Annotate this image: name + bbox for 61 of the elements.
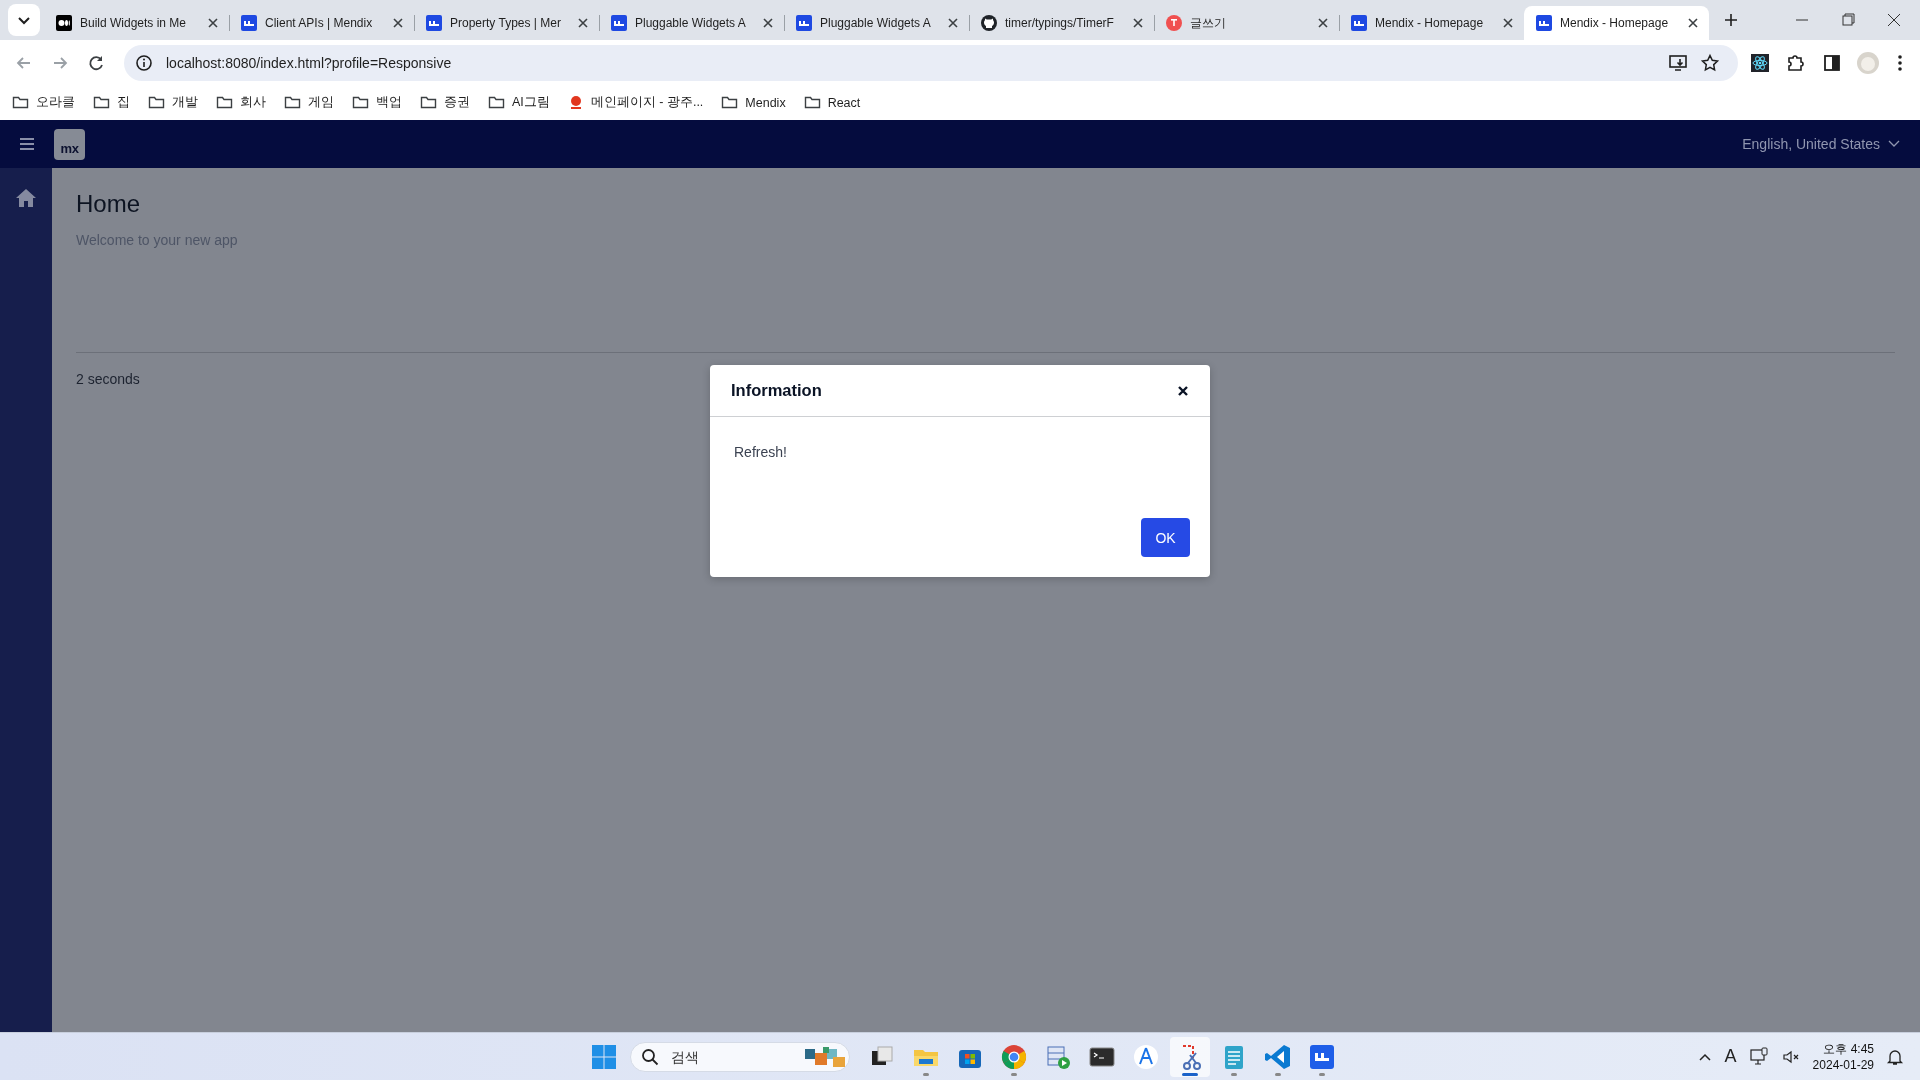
browser-tab[interactable]: Mendix - Homepage bbox=[1339, 6, 1524, 40]
ok-button[interactable]: OK bbox=[1141, 518, 1190, 557]
folder-icon bbox=[216, 94, 233, 111]
bookmark-link[interactable]: 메인페이지 - 광주... bbox=[567, 94, 704, 111]
home-icon[interactable] bbox=[15, 188, 37, 208]
app-icon bbox=[1166, 15, 1182, 31]
bookmark-folder[interactable]: 개발 bbox=[148, 94, 198, 111]
input-method-indicator[interactable]: A bbox=[1724, 1046, 1737, 1067]
folder-icon bbox=[721, 94, 739, 111]
tab-search-button[interactable] bbox=[8, 4, 40, 36]
app-icon bbox=[241, 15, 257, 31]
bookmark-folder[interactable]: 증권 bbox=[420, 94, 470, 111]
taskbar-search-box[interactable]: 검색 bbox=[630, 1041, 850, 1072]
browser-tab[interactable]: Pluggable Widgets A bbox=[784, 6, 969, 40]
install-icon[interactable] bbox=[1668, 52, 1688, 73]
browser-tab[interactable]: Mendix - Homepage bbox=[1524, 6, 1709, 40]
clock[interactable]: 오후 4:45 2024-01-29 bbox=[1812, 1040, 1874, 1073]
page-title: Home bbox=[76, 190, 142, 218]
bell-icon[interactable] bbox=[1886, 1047, 1904, 1066]
browser-tab[interactable]: Build Widgets in Me bbox=[44, 6, 229, 40]
folder-icon bbox=[352, 94, 369, 111]
folder-icon bbox=[420, 94, 437, 111]
chevron-down-icon bbox=[1888, 140, 1900, 148]
folder-icon bbox=[12, 94, 29, 111]
folder-icon bbox=[488, 94, 505, 111]
dialog-title: Information bbox=[731, 381, 822, 400]
timer-text: 2 seconds bbox=[76, 371, 141, 387]
bookmark-folder[interactable]: 게임 bbox=[284, 94, 334, 111]
folder-icon bbox=[284, 94, 301, 111]
browser-tab[interactable]: Client APIs | Mendix bbox=[229, 6, 414, 40]
bookmark-folder[interactable]: AI그림 bbox=[488, 94, 550, 111]
folder-icon bbox=[148, 94, 165, 111]
bookmark-folder[interactable]: 백업 bbox=[352, 94, 402, 111]
start-icon[interactable] bbox=[590, 1042, 618, 1071]
app-icon bbox=[1536, 15, 1552, 31]
browser-tab[interactable]: 글쓰기 bbox=[1154, 6, 1339, 40]
app-icon bbox=[426, 15, 442, 31]
bookmark-folder[interactable]: 오라클 bbox=[12, 94, 75, 111]
app-icon bbox=[611, 15, 627, 31]
browser-tab[interactable]: timer/typings/TimerF bbox=[969, 6, 1154, 40]
network-icon[interactable] bbox=[1748, 1046, 1769, 1067]
folder-icon bbox=[803, 94, 821, 111]
app-icon bbox=[1351, 15, 1367, 31]
app-icon bbox=[796, 15, 812, 31]
browser-tab[interactable]: Pluggable Widgets A bbox=[599, 6, 784, 40]
browser-tab[interactable]: Property Types | Mer bbox=[414, 6, 599, 40]
info-icon[interactable] bbox=[134, 52, 154, 73]
close-icon[interactable] bbox=[1176, 383, 1190, 398]
bookmark-folder[interactable]: 회사 bbox=[216, 94, 266, 111]
star-icon[interactable] bbox=[1700, 52, 1720, 73]
search-icon bbox=[641, 1047, 659, 1066]
search-input[interactable]: 검색 bbox=[669, 1047, 793, 1066]
bookmark-folder[interactable]: 집 bbox=[93, 94, 130, 111]
bookmark-folder[interactable]: Mendix bbox=[721, 94, 786, 111]
language-selector[interactable]: English, United States bbox=[1742, 136, 1900, 152]
address-bar[interactable]: localhost:8080/index.html?profile=Responsive bbox=[124, 44, 1738, 81]
app-logo[interactable]: mx bbox=[54, 128, 85, 160]
puzzle-picture-icon bbox=[803, 1044, 847, 1069]
bookmark-folder[interactable]: React bbox=[803, 94, 861, 111]
dialog-message: Refresh! bbox=[734, 444, 787, 460]
folder-icon bbox=[93, 94, 110, 111]
